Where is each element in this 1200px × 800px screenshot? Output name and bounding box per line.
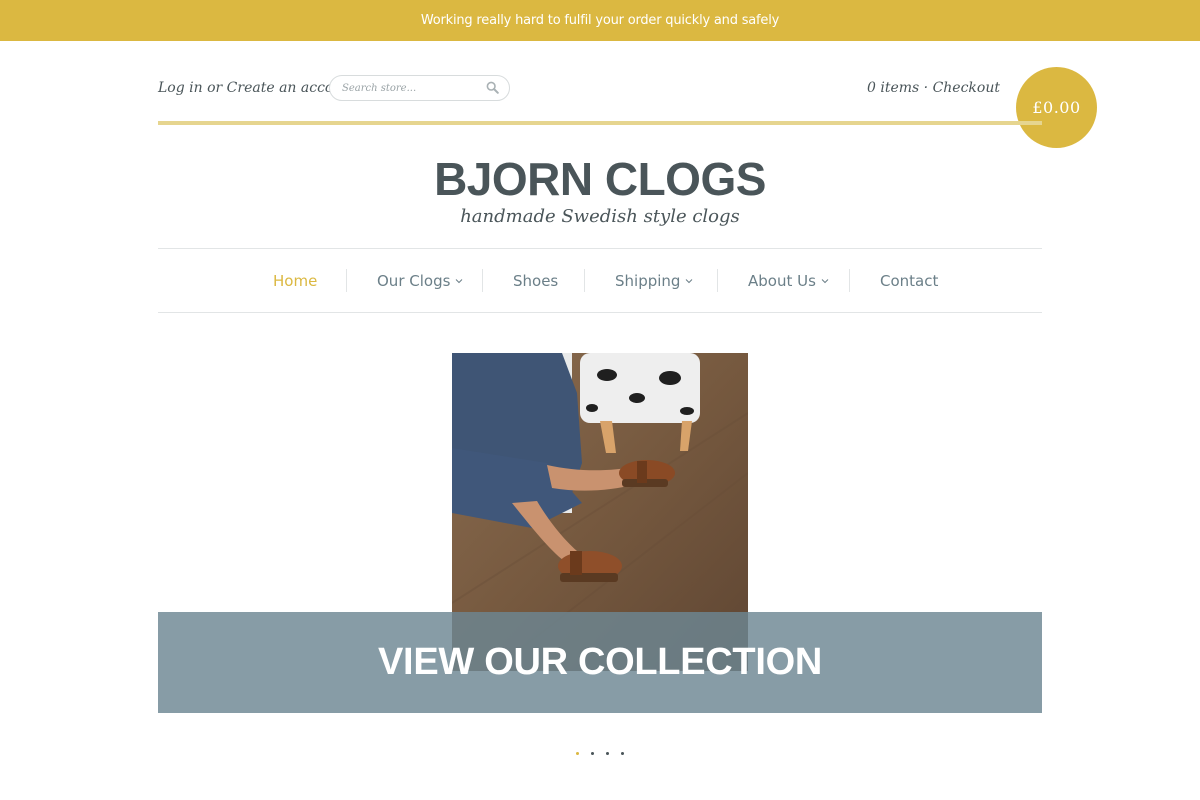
nav-item-label: Contact (880, 271, 939, 290)
announcement-bar: Working really hard to fulfil your order… (0, 0, 1200, 41)
view-collection-banner[interactable]: VIEW OUR COLLECTION (158, 612, 1042, 713)
search-form (329, 75, 510, 101)
slide-dot[interactable] (606, 752, 609, 755)
account-or: or (202, 80, 227, 96)
cart-items-link[interactable]: 0 items (867, 80, 919, 96)
cart-total-button[interactable]: £0.00 (1016, 67, 1097, 148)
search-icon[interactable] (486, 81, 500, 95)
slide-dot[interactable] (576, 752, 579, 755)
chevron-down-icon (821, 278, 829, 283)
nav-divider (346, 269, 347, 292)
cart-separator: · (919, 80, 933, 96)
nav-item-label: Our Clogs (377, 271, 451, 290)
nav-item-our-clogs[interactable]: Our Clogs (377, 249, 463, 312)
nav-divider (584, 269, 585, 292)
nav-item-contact[interactable]: Contact (880, 249, 938, 312)
nav-divider (849, 269, 850, 292)
nav-item-shipping[interactable]: Shipping (615, 249, 693, 312)
nav-item-label: About Us (748, 271, 816, 290)
nav-item-home[interactable]: Home (273, 249, 317, 312)
nav-divider (717, 269, 718, 292)
main-navigation: Home Our Clogs Shoes Shipping About Us C… (158, 248, 1042, 313)
search-input[interactable] (342, 80, 482, 97)
slideshow-pagination (575, 752, 635, 758)
cart-summary: 0 items · Checkout (867, 80, 1000, 96)
slide-dot[interactable] (621, 752, 624, 755)
banner-text: VIEW OUR COLLECTION (378, 641, 822, 683)
checkout-link[interactable]: Checkout (933, 80, 1000, 96)
login-link[interactable]: Log in (158, 80, 203, 96)
nav-item-label: Shipping (615, 271, 681, 290)
announcement-text: Working really hard to fulfil your order… (420, 13, 780, 28)
site-logo[interactable]: BJORN CLOGS (158, 152, 1042, 206)
nav-item-about-us[interactable]: About Us (748, 249, 829, 312)
chevron-down-icon (456, 278, 463, 283)
nav-item-label: Shoes (513, 271, 559, 290)
nav-divider (482, 269, 483, 292)
account-links: Log in or Create an account (158, 80, 357, 96)
cart-total: £0.00 (1032, 98, 1081, 117)
header-divider (158, 121, 1042, 125)
slide-dot[interactable] (591, 752, 594, 755)
site-tagline: handmade Swedish style clogs (460, 206, 740, 227)
nav-item-label: Home (273, 271, 318, 290)
chevron-down-icon (686, 278, 693, 283)
nav-item-shoes[interactable]: Shoes (513, 249, 558, 312)
